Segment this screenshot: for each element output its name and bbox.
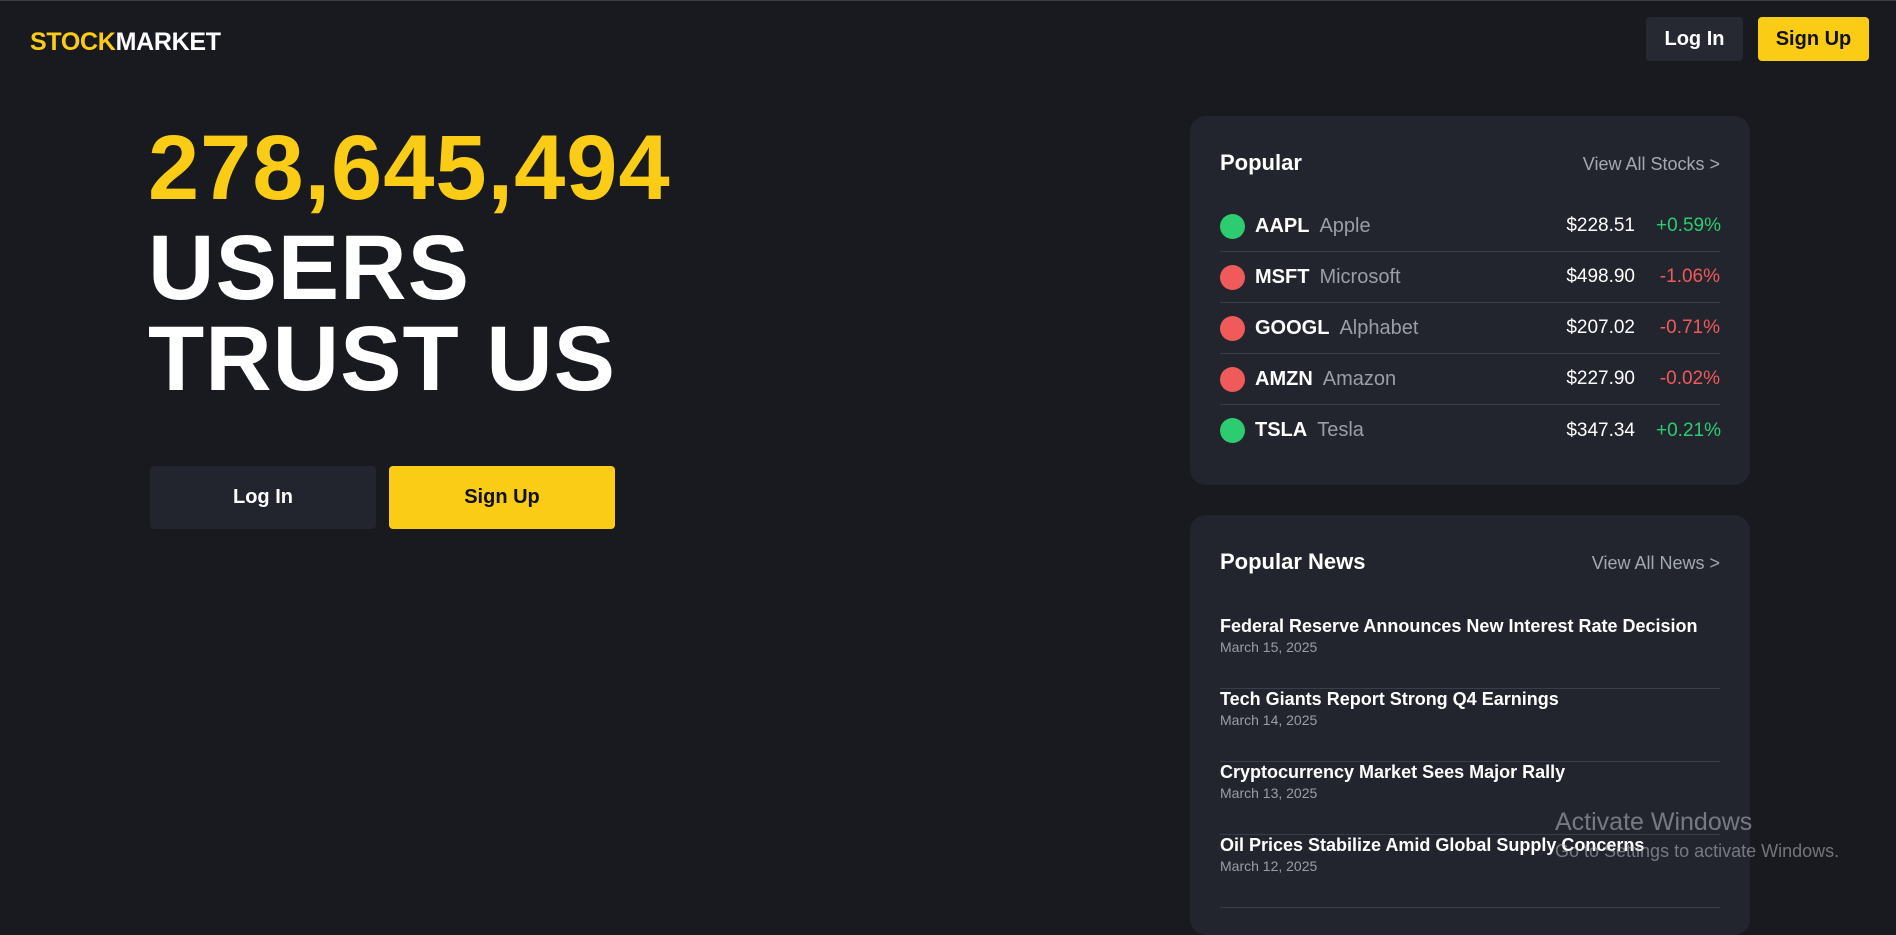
- activate-windows-watermark-title: Activate Windows: [1555, 808, 1753, 836]
- stock-company: Alphabet: [1339, 316, 1419, 339]
- view-all-news-link[interactable]: View All News >: [1592, 553, 1720, 574]
- popular-news-title: Popular News: [1220, 549, 1366, 574]
- stock-price: $347.34: [1566, 419, 1635, 441]
- stock-change: -1.06%: [1659, 266, 1720, 287]
- stock-row[interactable]: GOOGL Alphabet $207.02 -0.71%: [1220, 303, 1720, 354]
- stock-change: -0.02%: [1659, 368, 1720, 389]
- stock-status-dot: [1220, 264, 1245, 290]
- popular-stocks-title: Popular: [1220, 150, 1302, 175]
- stock-ticker: AAPL: [1255, 214, 1310, 237]
- stock-change: +0.59%: [1656, 215, 1721, 236]
- stock-price: $227.90: [1566, 368, 1635, 389]
- stock-company: Amazon: [1322, 367, 1397, 390]
- stock-status-dot: [1220, 418, 1245, 443]
- activate-windows-watermark-subtitle: Go to Settings to activate Windows.: [1555, 841, 1840, 861]
- stock-ticker: GOOGL: [1255, 316, 1330, 339]
- hero-signup-button[interactable]: Sign Up: [389, 466, 615, 529]
- hero-login-button[interactable]: Log In: [150, 466, 376, 529]
- stock-price: $207.02: [1566, 317, 1635, 338]
- header-login-button[interactable]: Log In: [1646, 17, 1743, 61]
- news-headline[interactable]: Tech Giants Report Strong Q4 Earnings: [1220, 689, 1559, 710]
- stock-status-dot: [1220, 213, 1245, 239]
- stock-company: Tesla: [1317, 419, 1364, 441]
- hero-headline-line-2: TRUST US: [148, 308, 616, 410]
- stock-company: Microsoft: [1319, 265, 1401, 288]
- news-item[interactable]: Federal Reserve Announces New Interest R…: [1220, 616, 1720, 689]
- stock-row[interactable]: TSLA Tesla $347.34 +0.21%: [1220, 405, 1721, 456]
- logo-accent-text: STOCK: [30, 28, 116, 56]
- stock-status-dot: [1220, 315, 1245, 341]
- popular-news-card: Popular News View All News > Federal Res…: [1190, 515, 1750, 935]
- stock-row[interactable]: MSFT Microsoft $498.90 -1.06%: [1220, 252, 1720, 303]
- stock-ticker: MSFT: [1255, 265, 1310, 288]
- view-all-stocks-link[interactable]: View All Stocks >: [1583, 154, 1720, 175]
- hero-user-count: 278,645,494: [148, 117, 671, 219]
- logo-rest-text: MARKET: [115, 28, 221, 56]
- stock-row[interactable]: AMZN Amazon $227.90 -0.02%: [1220, 354, 1720, 405]
- news-item[interactable]: Tech Giants Report Strong Q4 Earnings Ma…: [1220, 689, 1720, 762]
- stock-price: $228.51: [1566, 215, 1635, 236]
- stock-change: -0.71%: [1659, 317, 1720, 338]
- news-date: March 15, 2025: [1220, 639, 1318, 655]
- news-date: March 12, 2025: [1220, 858, 1318, 874]
- stock-ticker: TSLA: [1255, 419, 1308, 441]
- stock-status-dot: [1220, 366, 1245, 392]
- site-logo[interactable]: STOCKMARKET: [30, 28, 221, 57]
- hero-headline-line-1: USERS: [148, 217, 470, 319]
- news-headline[interactable]: Federal Reserve Announces New Interest R…: [1220, 616, 1698, 637]
- news-headline[interactable]: Cryptocurrency Market Sees Major Rally: [1220, 762, 1565, 783]
- news-date: March 14, 2025: [1220, 712, 1318, 728]
- header-signup-button[interactable]: Sign Up: [1758, 17, 1869, 61]
- site-header: STOCKMARKET Log In Sign Up: [0, 1, 1896, 79]
- stock-change: +0.21%: [1656, 419, 1721, 441]
- stock-ticker: AMZN: [1255, 367, 1313, 390]
- stock-company: Apple: [1319, 214, 1371, 237]
- stock-price: $498.90: [1566, 266, 1635, 287]
- stock-row[interactable]: AAPL Apple $228.51 +0.59%: [1220, 201, 1721, 252]
- popular-stocks-card: Popular View All Stocks > AAPL Apple $22…: [1190, 116, 1750, 485]
- news-date: March 13, 2025: [1220, 785, 1318, 801]
